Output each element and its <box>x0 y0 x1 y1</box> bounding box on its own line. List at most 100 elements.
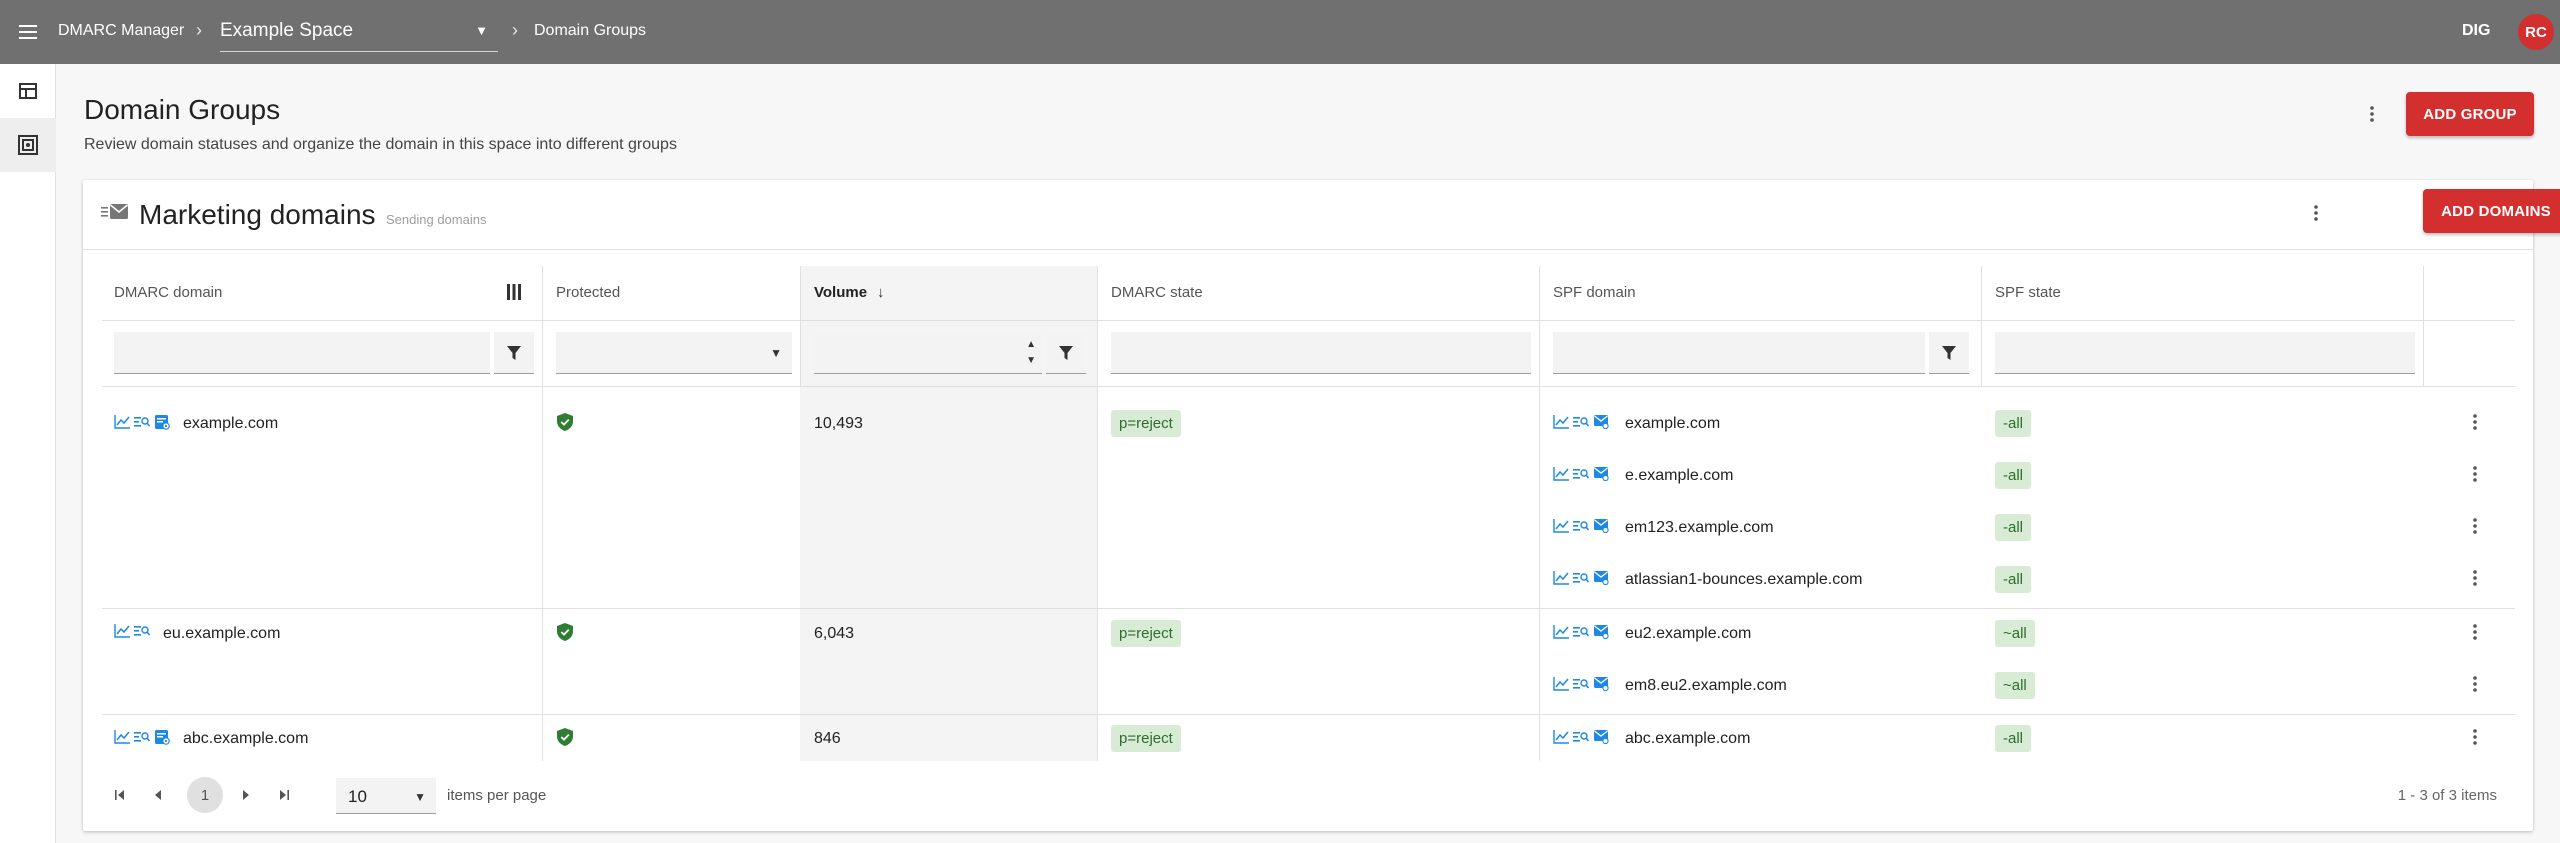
page-number-button[interactable]: 1 <box>187 777 223 813</box>
prev-page-icon[interactable] <box>146 783 170 807</box>
header-dmarc-state[interactable]: DMARC state <box>1111 284 1203 301</box>
column-chooser-icon[interactable] <box>507 284 521 305</box>
dmarc-record-icon[interactable] <box>154 729 170 745</box>
header-dmarc-domain[interactable]: DMARC domain <box>114 284 222 301</box>
filter-dmarc-domain-button[interactable] <box>494 332 534 374</box>
filter-dmarc-domain-input[interactable] <box>114 332 490 374</box>
spf-domain-cell[interactable]: example.com <box>1625 415 1720 433</box>
add-group-button[interactable]: ADD GROUP <box>2406 92 2534 136</box>
dmarc-domain-cell[interactable]: example.com <box>183 415 278 433</box>
filter-spf-domain-button[interactable] <box>1929 332 1969 374</box>
header-spf-state[interactable]: SPF state <box>1995 284 2061 301</box>
filter-spf-state-input[interactable] <box>1995 332 2415 374</box>
header-divider <box>102 320 2515 321</box>
sort-descending-icon[interactable]: ↓ <box>877 284 885 301</box>
spf-actions <box>1553 466 1609 481</box>
filter-spf-domain-input[interactable] <box>1553 332 1925 374</box>
filter-icon <box>507 345 521 360</box>
report-icon[interactable] <box>1573 520 1589 532</box>
spf-domain-cell[interactable]: eu2.example.com <box>1625 625 1751 643</box>
avatar[interactable]: RC <box>2518 14 2554 50</box>
chart-icon[interactable] <box>1553 466 1569 481</box>
chart-icon[interactable] <box>1553 518 1569 533</box>
spf-record-icon[interactable] <box>1593 466 1609 481</box>
filter-dmarc-state-input[interactable] <box>1111 332 1531 374</box>
app-title[interactable]: DMARC Manager <box>58 22 184 40</box>
spf-record-icon[interactable] <box>1593 518 1609 533</box>
rail-item-table[interactable] <box>0 64 56 118</box>
report-icon[interactable] <box>1573 626 1589 638</box>
row-more-icon[interactable] <box>2463 564 2487 592</box>
header-protected[interactable]: Protected <box>556 284 620 301</box>
report-icon[interactable] <box>1573 468 1589 480</box>
filter-volume-input[interactable]: ▲ ▼ <box>814 332 1042 374</box>
report-icon[interactable] <box>134 625 150 637</box>
chart-icon[interactable] <box>1553 570 1569 585</box>
spf-state-chip: -all <box>1995 410 2032 437</box>
column-divider <box>1539 266 1540 386</box>
number-spinner-icon[interactable]: ▲ ▼ <box>1026 337 1036 369</box>
spf-domain-cell[interactable]: abc.example.com <box>1625 730 1750 748</box>
row-more-icon[interactable] <box>2463 723 2487 751</box>
dmarc-state-chip: p=reject <box>1111 725 1181 752</box>
dmarc-state-chip: p=reject <box>1111 410 1181 437</box>
row-more-icon[interactable] <box>2463 408 2487 436</box>
report-icon[interactable] <box>1573 416 1589 428</box>
report-icon[interactable] <box>1573 572 1589 584</box>
chart-icon[interactable] <box>114 730 130 744</box>
dmarc-domain-cell[interactable]: eu.example.com <box>163 625 280 643</box>
report-icon[interactable] <box>1573 731 1589 743</box>
spf-domain-cell[interactable]: em123.example.com <box>1625 519 1774 537</box>
spf-record-icon[interactable] <box>1593 624 1609 639</box>
last-page-icon[interactable] <box>272 783 296 807</box>
next-page-icon[interactable] <box>234 783 258 807</box>
add-domains-button[interactable]: ADD DOMAINS <box>2423 189 2560 233</box>
report-icon[interactable] <box>134 416 150 428</box>
space-select[interactable]: Example Space ▼ <box>220 14 498 52</box>
report-icon[interactable] <box>1573 678 1589 690</box>
dmarc-record-icon[interactable] <box>154 414 170 430</box>
spf-record-icon[interactable] <box>1593 414 1609 429</box>
domain-group-card: Marketing domains Sending domains ADD DO… <box>83 180 2560 831</box>
card-more-icon[interactable] <box>2302 199 2330 227</box>
menu-icon[interactable] <box>14 18 42 46</box>
volume-cell: 10,493 <box>814 415 863 432</box>
page-more-icon[interactable] <box>2358 100 2386 128</box>
domain-actions <box>114 624 150 638</box>
chart-icon[interactable] <box>1553 414 1569 429</box>
spf-record-icon[interactable] <box>1593 676 1609 691</box>
row-more-icon[interactable] <box>2463 512 2487 540</box>
report-icon[interactable] <box>134 731 150 743</box>
header-volume[interactable]: Volume <box>814 284 867 301</box>
page-size-select[interactable]: 10 ▼ <box>336 778 436 814</box>
page-title: Domain Groups <box>84 94 281 125</box>
spf-domain-cell[interactable]: e.example.com <box>1625 467 1734 485</box>
spf-actions <box>1553 570 1609 585</box>
chart-icon[interactable] <box>114 624 130 638</box>
row-more-icon[interactable] <box>2463 670 2487 698</box>
chevron-right-icon: › <box>196 20 202 40</box>
protected-shield-icon <box>557 728 573 746</box>
org-code[interactable]: DIG <box>2462 22 2490 40</box>
chart-icon[interactable] <box>1553 676 1569 691</box>
spf-state-chip: -all <box>1995 566 2032 593</box>
dmarc-domain-cell[interactable]: abc.example.com <box>183 730 308 748</box>
row-divider <box>102 714 2515 715</box>
chart-icon[interactable] <box>114 415 130 429</box>
header-spf-domain[interactable]: SPF domain <box>1553 284 1636 301</box>
first-page-icon[interactable] <box>108 783 132 807</box>
chart-icon[interactable] <box>1553 624 1569 639</box>
row-more-icon[interactable] <box>2463 618 2487 646</box>
filter-volume-button[interactable] <box>1046 332 1086 374</box>
row-more-icon[interactable] <box>2463 460 2487 488</box>
spf-domain-cell[interactable]: atlassian1-bounces.example.com <box>1625 571 1862 589</box>
spf-state-chip: ~all <box>1995 672 2035 699</box>
spf-domain-cell[interactable]: em8.eu2.example.com <box>1625 677 1787 695</box>
domain-groups-icon <box>18 135 38 155</box>
spf-state-chip: -all <box>1995 514 2032 541</box>
spf-record-icon[interactable] <box>1593 570 1609 585</box>
spf-record-icon[interactable] <box>1593 729 1609 744</box>
filter-protected-select[interactable]: ▼ <box>556 332 792 374</box>
chart-icon[interactable] <box>1553 729 1569 744</box>
rail-item-domain-groups[interactable] <box>0 118 56 172</box>
